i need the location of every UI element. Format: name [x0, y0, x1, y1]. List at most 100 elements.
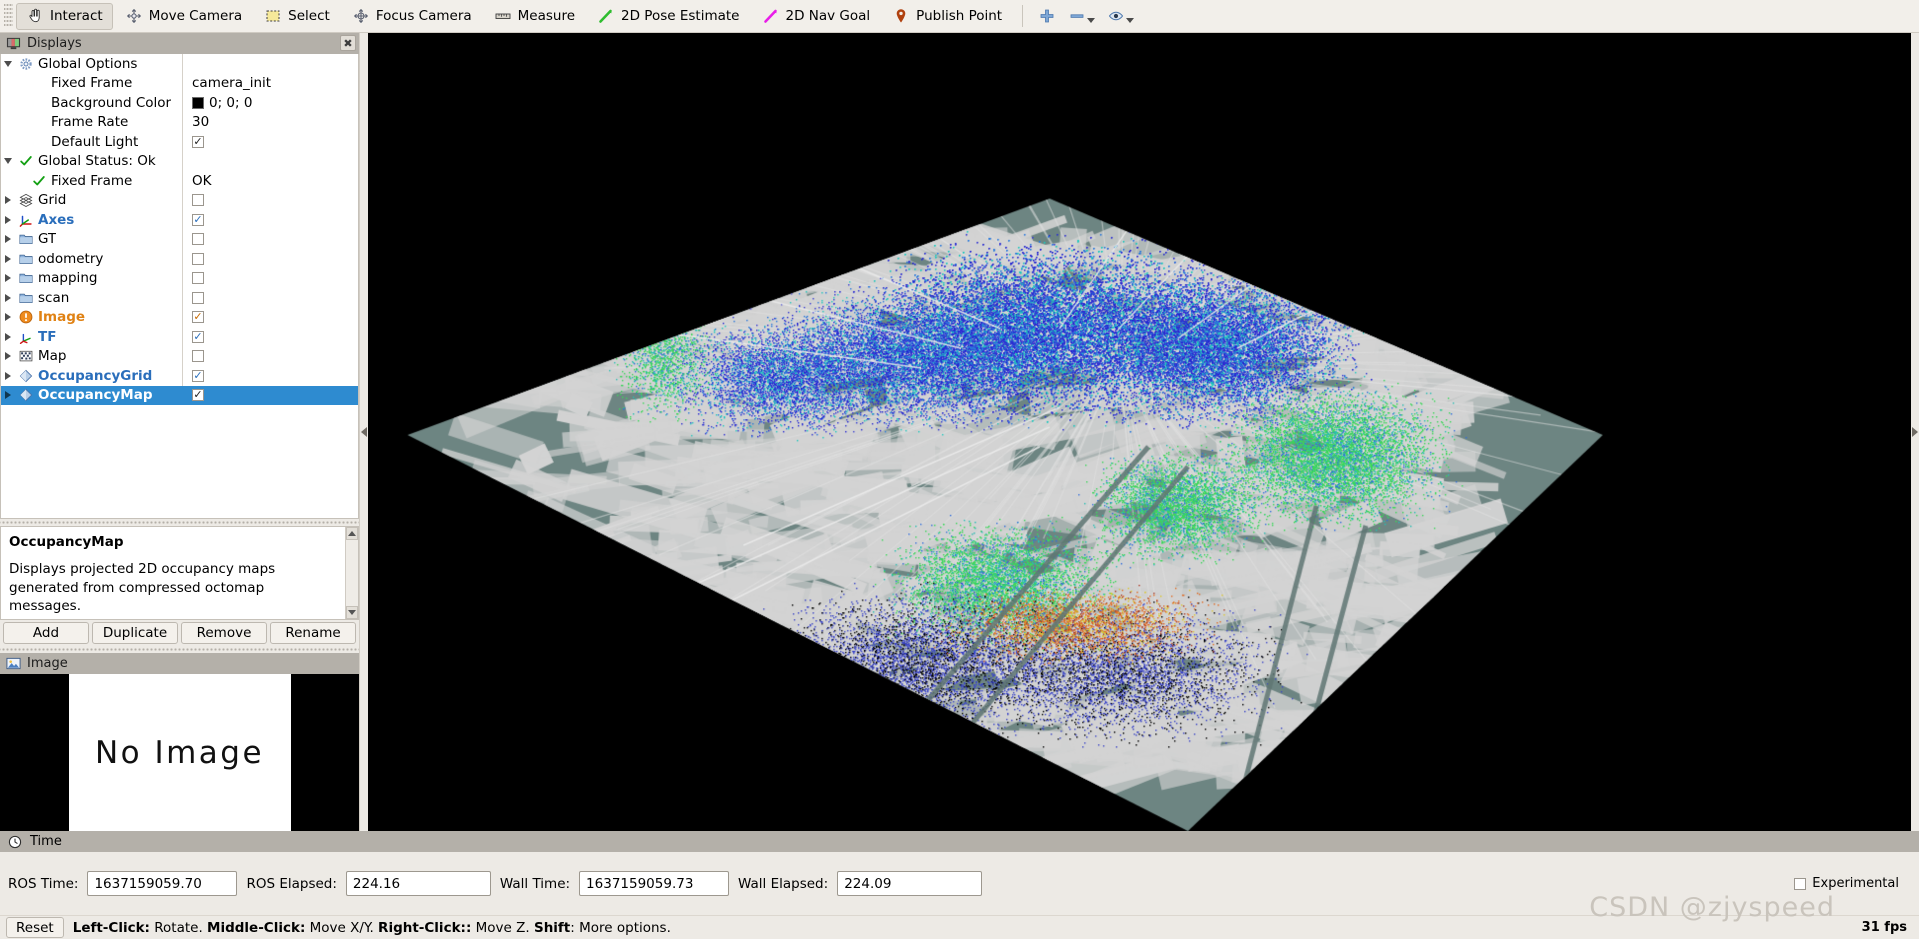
tree-row-value[interactable]: [182, 190, 358, 210]
tree-row-value[interactable]: [182, 366, 358, 386]
reset-button[interactable]: Reset: [6, 917, 64, 938]
chevron-right-icon[interactable]: [1, 274, 14, 283]
tree-row-value[interactable]: [182, 307, 358, 327]
tool-publish-point[interactable]: Publish Point: [882, 3, 1012, 30]
tree-row-occupancymap[interactable]: OccupancyMap: [1, 385, 358, 405]
tree-row-axes[interactable]: Axes: [1, 210, 358, 230]
tree-row-value[interactable]: OK: [182, 171, 358, 191]
tree-row-value[interactable]: [182, 210, 358, 230]
displays-desc-splitter[interactable]: [0, 519, 359, 527]
description-scrollbar[interactable]: [345, 527, 358, 619]
chevron-right-icon[interactable]: [1, 352, 14, 361]
rename-button[interactable]: Rename: [270, 622, 356, 644]
tree-row-checkbox[interactable]: [192, 272, 204, 285]
tree-row-value[interactable]: [182, 327, 358, 347]
3d-viewport[interactable]: [368, 33, 1911, 831]
tree-row-image[interactable]: Image: [1, 307, 358, 327]
tree-row-value[interactable]: 30: [182, 112, 358, 132]
tree-row-value[interactable]: [182, 229, 358, 249]
chevron-down-icon[interactable]: [1, 158, 14, 165]
image-panel-splitter[interactable]: [0, 646, 359, 653]
tree-row-gt[interactable]: GT: [1, 229, 358, 249]
tree-row-checkbox[interactable]: [192, 369, 204, 382]
tree-row-value[interactable]: [182, 132, 358, 152]
tree-row-value[interactable]: 0; 0; 0: [182, 93, 358, 113]
image-view[interactable]: No Image: [0, 674, 359, 831]
ros-time-input[interactable]: 1637159059.70: [87, 871, 238, 896]
tool-move-camera[interactable]: Move Camera: [115, 3, 252, 30]
add-tool-button[interactable]: [1032, 7, 1062, 25]
tree-row-checkbox[interactable]: [192, 350, 204, 363]
experimental-toggle[interactable]: Experimental: [1794, 876, 1911, 891]
tree-row-grid[interactable]: Grid: [1, 190, 358, 210]
tree-row-checkbox[interactable]: [192, 311, 204, 324]
tool-2d-pose-estimate[interactable]: 2D Pose Estimate: [587, 3, 749, 30]
tree-row-odometry[interactable]: odometry: [1, 249, 358, 269]
render-canvas[interactable]: [368, 33, 1911, 831]
color-swatch[interactable]: [192, 96, 204, 109]
scroll-up-icon[interactable]: [346, 527, 358, 541]
tool-focus-camera[interactable]: Focus Camera: [342, 3, 482, 30]
tree-row-value[interactable]: [182, 385, 358, 405]
scroll-down-icon[interactable]: [346, 606, 358, 619]
chevron-down-icon[interactable]: [1126, 18, 1135, 23]
tree-row-checkbox[interactable]: [192, 233, 204, 246]
chevron-right-icon[interactable]: [1, 371, 14, 380]
tree-row-global-options[interactable]: Global Options: [1, 54, 358, 74]
chevron-down-icon[interactable]: [1087, 18, 1096, 23]
tree-row-checkbox[interactable]: [192, 389, 204, 402]
tree-row-checkbox[interactable]: [192, 252, 204, 265]
tree-row-checkbox[interactable]: [192, 194, 204, 207]
tree-row-value[interactable]: [182, 268, 358, 288]
visibility-tool-button[interactable]: [1101, 7, 1140, 25]
tree-row-mapping[interactable]: mapping: [1, 268, 358, 288]
right-dock-expand-handle[interactable]: [1911, 33, 1919, 831]
tree-row-default-light[interactable]: Default Light: [1, 132, 358, 152]
chevron-right-icon[interactable]: [1, 332, 14, 341]
chevron-right-icon[interactable]: [1, 254, 14, 263]
tree-row-checkbox[interactable]: [192, 330, 204, 343]
close-icon[interactable]: ✖: [340, 35, 356, 51]
tool-select[interactable]: Select: [254, 3, 340, 30]
remove-button[interactable]: Remove: [181, 622, 267, 644]
ros-elapsed-input[interactable]: 224.16: [345, 871, 491, 896]
wall-time-input[interactable]: 1637159059.73: [579, 871, 730, 896]
chevron-right-icon[interactable]: [1, 313, 14, 322]
tree-row-value[interactable]: [182, 151, 358, 171]
remove-tool-button[interactable]: [1062, 7, 1101, 25]
tree-row-fixed-frame[interactable]: Fixed Frame OK: [1, 171, 358, 191]
tree-row-tf[interactable]: TF: [1, 327, 358, 347]
tree-row-value[interactable]: [182, 346, 358, 366]
tree-row-checkbox[interactable]: [192, 213, 204, 226]
add-button[interactable]: Add: [3, 622, 89, 644]
tree-row-frame-rate[interactable]: Frame Rate 30: [1, 112, 358, 132]
tree-row-occupancygrid[interactable]: OccupancyGrid: [1, 366, 358, 386]
chevron-right-icon[interactable]: [1, 293, 14, 302]
experimental-checkbox[interactable]: [1794, 877, 1807, 890]
tree-row-value[interactable]: [182, 288, 358, 308]
description-text: OccupancyMap Displays projected 2D occup…: [1, 527, 345, 619]
tool-2d-nav-goal[interactable]: 2D Nav Goal: [752, 3, 881, 30]
tree-row-fixed-frame[interactable]: Fixed Frame camera_init: [1, 73, 358, 93]
left-dock-collapse-handle[interactable]: [360, 33, 368, 831]
chevron-down-icon[interactable]: [1, 60, 14, 67]
tree-row-value[interactable]: [182, 249, 358, 269]
chevron-right-icon[interactable]: [1, 196, 14, 205]
toolbar-drag-handle[interactable]: [4, 4, 13, 28]
chevron-right-icon[interactable]: [1, 235, 14, 244]
tree-row-map[interactable]: Map: [1, 346, 358, 366]
tree-row-scan[interactable]: scan: [1, 288, 358, 308]
tool-interact[interactable]: Interact: [16, 2, 113, 30]
wall-elapsed-input[interactable]: 224.09: [837, 871, 983, 896]
tree-row-checkbox[interactable]: [192, 291, 204, 304]
chevron-right-icon[interactable]: [1, 215, 14, 224]
chevron-right-icon[interactable]: [1, 391, 14, 400]
tree-row-value[interactable]: camera_init: [182, 73, 358, 93]
tree-row-checkbox[interactable]: [192, 135, 204, 148]
displays-tree[interactable]: Global Options Fixed Frame camera_init Back…: [0, 54, 359, 520]
tree-row-background-color[interactable]: Background Color 0; 0; 0: [1, 93, 358, 113]
duplicate-button[interactable]: Duplicate: [92, 622, 178, 644]
tool-measure[interactable]: Measure: [484, 3, 585, 30]
tree-row-value[interactable]: [182, 54, 358, 74]
tree-row-global-status-ok[interactable]: Global Status: Ok: [1, 151, 358, 171]
